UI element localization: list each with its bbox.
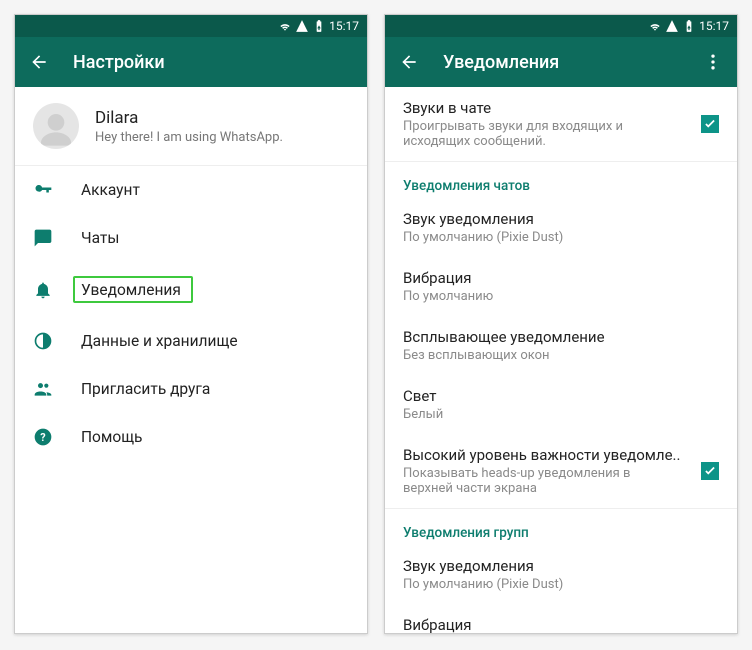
section-groups: Уведомления групп [385, 509, 737, 545]
help-icon: ? [33, 427, 53, 447]
status-bar: 15:17 [385, 15, 737, 37]
menu-label: Помощь [81, 428, 142, 446]
section-chats: Уведомления чатов [385, 162, 737, 198]
settings-content: Dilara Hey there! I am using WhatsApp. А… [15, 87, 367, 633]
wifi-icon [278, 19, 292, 33]
setting-title: Вибрация [403, 269, 719, 287]
menu-account[interactable]: Аккаунт [15, 166, 367, 214]
setting-groups-vibration[interactable]: Вибрация По умолчанию [385, 604, 737, 633]
setting-chats-popup[interactable]: Всплывающее уведомление Без всплывающих … [385, 316, 737, 375]
battery-icon [682, 19, 696, 33]
phone-settings: 15:17 Настройки Dilara Hey there! I am u… [14, 14, 368, 634]
checkbox-checked[interactable] [701, 462, 719, 480]
setting-sub: Показывать heads-up уведомления в верхне… [403, 466, 663, 496]
setting-title: Всплывающее уведомление [403, 328, 719, 346]
back-icon[interactable] [399, 52, 419, 72]
profile-name: Dilara [95, 108, 283, 128]
setting-chats-vibration[interactable]: Вибрация По умолчанию [385, 257, 737, 316]
status-time: 15:17 [329, 19, 359, 33]
setting-sub: По умолчанию (Pixie Dust) [403, 577, 663, 592]
setting-title: Звуки в чате [403, 99, 719, 117]
checkbox-checked[interactable] [701, 115, 719, 133]
highlight-box: Уведомления [73, 276, 193, 303]
profile-text: Dilara Hey there! I am using WhatsApp. [95, 108, 283, 145]
menu-help[interactable]: ? Помощь [15, 413, 367, 461]
status-bar: 15:17 [15, 15, 367, 37]
setting-chats-sound[interactable]: Звук уведомления По умолчанию (Pixie Dus… [385, 198, 737, 257]
app-bar: Настройки [15, 37, 367, 87]
setting-groups-sound[interactable]: Звук уведомления По умолчанию (Pixie Dus… [385, 545, 737, 604]
menu-label: Уведомления [81, 281, 181, 299]
menu-notifications[interactable]: Уведомления [15, 262, 367, 317]
setting-sub: По умолчанию (Pixie Dust) [403, 230, 663, 245]
data-icon [33, 331, 53, 351]
svg-text:?: ? [40, 431, 45, 444]
profile-status: Hey there! I am using WhatsApp. [95, 130, 283, 145]
setting-sub: Белый [403, 407, 663, 422]
menu-label: Аккаунт [81, 181, 140, 199]
menu-label: Пригласить друга [81, 380, 210, 398]
wifi-icon [648, 19, 662, 33]
menu-data[interactable]: Данные и хранилище [15, 317, 367, 365]
setting-chats-light[interactable]: Свет Белый [385, 375, 737, 434]
setting-sub: Без всплывающих окон [403, 348, 663, 363]
signal-icon [295, 19, 309, 33]
menu-label: Чаты [81, 229, 119, 247]
key-icon [33, 180, 53, 200]
battery-icon [312, 19, 326, 33]
setting-title: Звук уведомления [403, 557, 719, 575]
notifications-content: Звуки в чате Проигрывать звуки для входя… [385, 87, 737, 633]
signal-icon [665, 19, 679, 33]
status-time: 15:17 [699, 19, 729, 33]
page-title: Уведомления [443, 52, 679, 73]
setting-chat-sounds[interactable]: Звуки в чате Проигрывать звуки для входя… [385, 87, 737, 162]
page-title: Настройки [73, 52, 353, 73]
back-icon[interactable] [29, 52, 49, 72]
profile-row[interactable]: Dilara Hey there! I am using WhatsApp. [15, 87, 367, 166]
setting-title: Высокий уровень важности уведомле.. [403, 446, 719, 464]
setting-title: Свет [403, 387, 719, 405]
setting-title: Вибрация [403, 616, 719, 633]
setting-chats-priority[interactable]: Высокий уровень важности уведомле.. Пока… [385, 434, 737, 509]
people-icon [33, 379, 53, 399]
setting-sub: По умолчанию [403, 289, 663, 304]
setting-sub: Проигрывать звуки для входящих и исходящ… [403, 119, 663, 149]
chat-icon [33, 228, 53, 248]
setting-title: Звук уведомления [403, 210, 719, 228]
app-bar: Уведомления [385, 37, 737, 87]
phone-notifications: 15:17 Уведомления Звуки в чате Проигрыва… [384, 14, 738, 634]
menu-invite[interactable]: Пригласить друга [15, 365, 367, 413]
avatar [33, 103, 79, 149]
bell-icon [33, 280, 53, 300]
more-icon[interactable] [703, 52, 723, 72]
menu-chats[interactable]: Чаты [15, 214, 367, 262]
menu-label: Данные и хранилище [81, 332, 238, 350]
